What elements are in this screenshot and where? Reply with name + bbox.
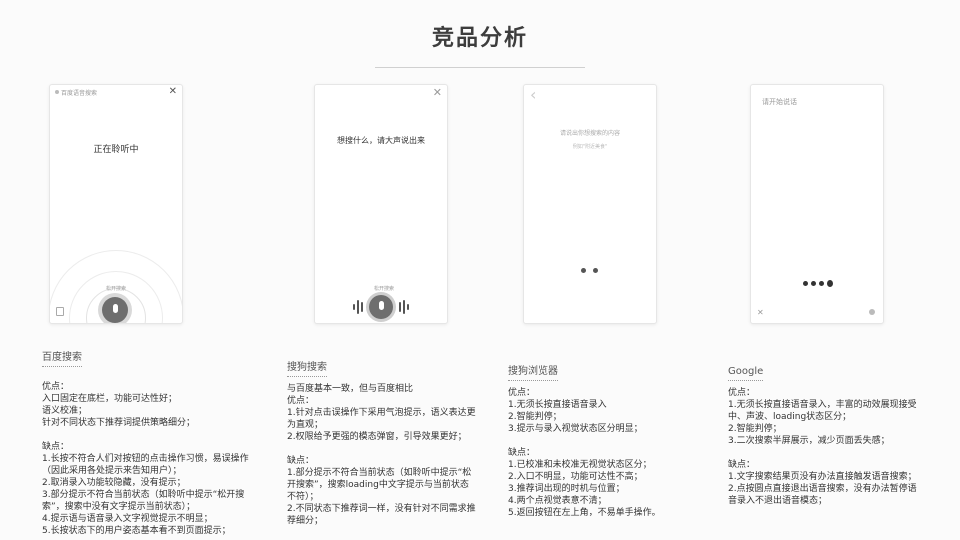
page-title: 竞品分析 [431, 26, 528, 51]
cons-label: 缺点： [728, 460, 756, 470]
baidu-logo-icon [55, 90, 59, 94]
pros-item: 3.提示与录入视觉状态区分明显； [508, 424, 643, 434]
analysis-google: Google 优点： 1.无须长按直接语音录入，丰富的动效展现接受中、声波、lo… [728, 366, 918, 507]
cons-item: 1.文字搜索结果页没有办法直接触发语音搜索； [728, 472, 917, 482]
sogou-status-text: 想搜什么，请大声说出来 [337, 136, 425, 145]
cons-item: 2.点按圆点直接退出语音搜索，没有办法暂停语音录入不退出语音模态； [728, 484, 917, 506]
cons-item: 3.部分提示不符合当前状态（如聆听中提示“松开搜索”，搜索中没有文字提示当前状态… [42, 490, 245, 512]
pros-item: 2.智能判停； [508, 412, 562, 422]
pros-item: 3.二次搜索半屏展示，减少页面丢失感； [728, 436, 890, 446]
pros-item: 2.权限给予更强的模态弹窗，引导效果更好； [287, 432, 467, 442]
pros-item: 语义校准； [42, 406, 88, 416]
competitor-name: 搜狗浏览器 [508, 366, 558, 381]
cons-item: 5.长按状态下的用户姿态基本看不到页面提示； [42, 526, 231, 536]
trash-icon[interactable] [56, 307, 64, 316]
baidu-status-text: 正在聆听中 [93, 145, 139, 155]
cons-item: 2.取消录入功能较隐藏，没有提示； [42, 478, 186, 488]
pros-label: 优点： [508, 388, 536, 398]
settings-icon[interactable] [869, 309, 875, 315]
google-screenshot: 请开始说话 ✕ [750, 84, 884, 324]
sogou-browser-example: 例如"附近美食" [572, 144, 608, 150]
competitor-name: Google [728, 366, 764, 381]
cons-label: 缺点： [42, 442, 70, 452]
sogou-browser-prompt: 请说出你想搜索的内容 [559, 130, 620, 137]
title-divider [375, 67, 585, 68]
cons-item: 3.推荐词出现的时机与位置； [508, 484, 625, 494]
close-icon[interactable]: ✕ [169, 87, 177, 97]
cons-item: 4.提示语与语音录入文字视觉提示不明显； [42, 514, 213, 524]
analysis-sogou: 搜狗搜索 与百度基本一致，但与百度相比 优点： 1.针对点击误操作下采用气泡提示… [287, 362, 477, 527]
cons-item: 5.返回按钮在左上角，不易单手操作。 [508, 508, 661, 518]
analysis-sogou-browser: 搜狗浏览器 优点： 1.无须长按直接语音录入 2.智能判停； 3.提示与录入视觉… [508, 366, 708, 519]
pros-item: 1.无须长按直接语音录入，丰富的动效展现接受中、声波、loading状态区分； [728, 400, 917, 422]
close-icon[interactable]: ✕ [757, 309, 764, 317]
cons-item: 1.长按不符合人们对按钮的点击操作习惯，易误操作（因此采用各处提示来告知用户）； [42, 454, 249, 476]
pros-item: 1.无须长按直接语音录入 [508, 400, 607, 410]
cons-item: 4.两个点视觉表意不清； [508, 496, 607, 506]
microphone-icon[interactable] [102, 297, 128, 323]
sogou-screenshot: ✕ 想搜什么，请大声说出来 松开搜索 [314, 84, 448, 324]
sogou-hint: 松开搜索 [374, 286, 395, 292]
cons-item: 2.不同状态下推荐词一样，没有针对不同需求推荐细分； [287, 504, 476, 526]
back-arrow-icon[interactable]: ‹ [530, 87, 536, 103]
cons-item: 1.部分提示不符合当前状态（如聆听中提示“松开搜索”，搜索loading中文字提… [287, 468, 472, 502]
pros-label: 优点： [287, 396, 315, 406]
baidu-header: 百度语音搜索 [61, 90, 98, 97]
analysis-baidu: 百度搜索 优点： 入口固定在底栏，功能可达性好； 语义校准； 针对不同状态下推荐… [42, 352, 257, 537]
pros-item: 入口固定在底栏，功能可达性好； [42, 394, 178, 404]
sogou-browser-screenshot: ‹ 请说出你想搜索的内容 例如"附近美食" [523, 84, 657, 324]
competitor-name: 搜狗搜索 [287, 362, 327, 377]
baidu-screenshot: 百度语音搜索 ✕ 正在聆听中 松开搜索 [49, 84, 183, 324]
baidu-hint: 松开搜索 [106, 286, 127, 292]
pros-item: 针对不同状态下推荐词提供策略细分； [42, 418, 196, 428]
close-icon[interactable]: ✕ [433, 87, 442, 98]
competitor-name: 百度搜索 [42, 352, 82, 367]
microphone-icon[interactable] [369, 295, 393, 319]
pros-label: 优点： [42, 382, 70, 392]
cons-item: 1.已校准和未校准无视觉状态区分； [508, 460, 652, 470]
cons-label: 缺点： [508, 448, 536, 458]
pros-label: 优点： [728, 388, 756, 398]
intro-text: 与百度基本一致，但与百度相比 [287, 384, 414, 394]
pros-item: 1.针对点击误操作下采用气泡提示，语义表达更为直观； [287, 408, 476, 430]
cons-label: 缺点： [287, 456, 315, 466]
pros-item: 2.智能判停； [728, 424, 782, 434]
cons-item: 2.入口不明显，功能可达性不高； [508, 472, 643, 482]
google-prompt: 请开始说话 [762, 98, 797, 106]
